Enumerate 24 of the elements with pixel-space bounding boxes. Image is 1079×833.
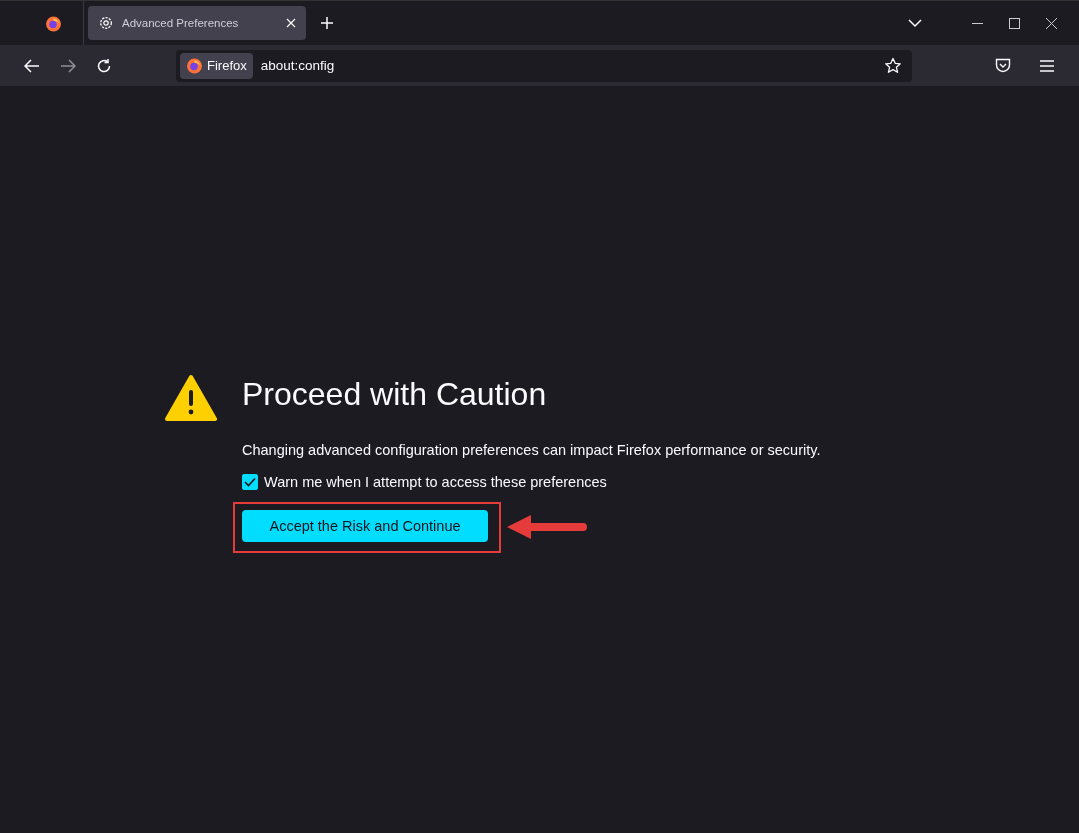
identity-button[interactable]: Firefox [180, 52, 253, 79]
pocket-icon[interactable] [995, 58, 1011, 73]
maximize-icon[interactable] [1009, 17, 1020, 29]
warning-text: Changing advanced configuration preferences can impact Firefox performance or security. [242, 442, 821, 458]
warning-icon [165, 374, 217, 422]
menu-icon[interactable] [1040, 59, 1054, 72]
url-field[interactable]: about:config [260, 58, 876, 73]
checkbox[interactable] [242, 474, 258, 490]
back-icon[interactable] [24, 58, 40, 73]
plus-icon[interactable] [320, 16, 334, 30]
star-icon[interactable] [884, 56, 902, 75]
chevron-down-icon[interactable] [908, 18, 922, 28]
firefox-logo-icon [45, 14, 62, 32]
checkbox-label: Warn me when I attempt to access these preferences [264, 474, 607, 490]
browser-tab[interactable]: Advanced Preferences [88, 6, 306, 40]
page-title: Proceed with Caution [242, 375, 547, 414]
firefox-logo-icon [186, 57, 203, 74]
gear-icon [98, 15, 114, 31]
address-bar[interactable]: Firefox about:config [176, 49, 912, 82]
arrow-icon [505, 513, 587, 541]
close-icon[interactable] [1046, 17, 1057, 29]
accept-button[interactable]: Accept the Risk and Continue [242, 510, 488, 542]
reload-icon[interactable] [96, 57, 112, 74]
forward-icon[interactable] [60, 58, 76, 73]
